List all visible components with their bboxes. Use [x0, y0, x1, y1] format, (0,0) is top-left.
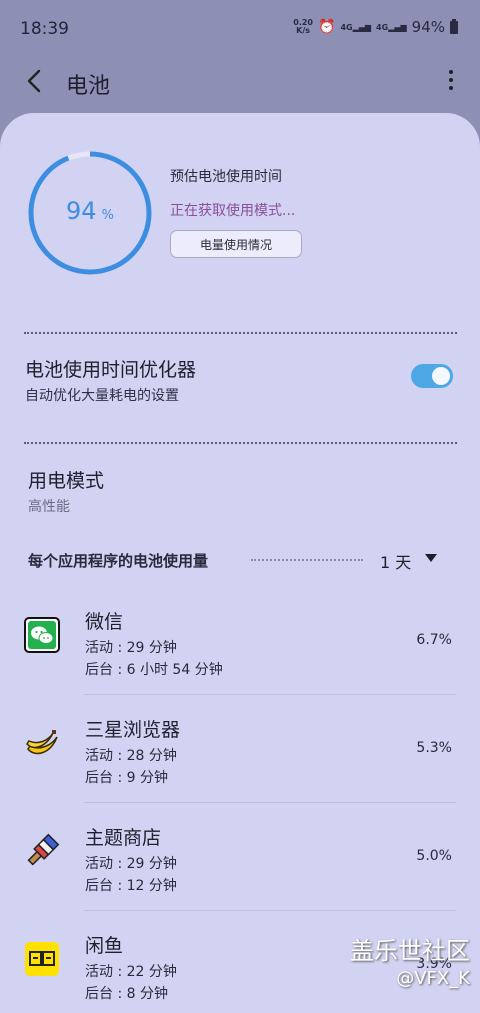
signal-icon-2: 4G▂▄▆	[376, 22, 407, 32]
network-speed-unit: K/s	[296, 26, 311, 35]
app-name: 微信	[85, 611, 124, 633]
divider	[24, 332, 457, 334]
status-icons: 0.20 K/s ⏰ 4G▂▄▆ 4G▂▄▆ 94%	[293, 18, 458, 36]
app-row-theme-store[interactable]: 主题商店 活动 : 29 分钟 后台 : 12 分钟 5.0%	[0, 803, 480, 911]
app-active-time: 活动 : 22 分钟	[85, 964, 177, 980]
app-background-time: 后台 : 12 分钟	[85, 878, 177, 894]
status-time: 18:39	[20, 19, 69, 39]
power-mode-value: 高性能	[28, 499, 70, 515]
alarm-icon: ⏰	[318, 19, 336, 35]
xianyu-icon	[25, 942, 59, 976]
estimate-label: 预估电池使用时间	[170, 169, 282, 185]
app-active-time: 活动 : 29 分钟	[85, 856, 177, 872]
paintbrush-icon	[27, 833, 60, 866]
estimate-status: 正在获取使用模式...	[170, 203, 296, 219]
dropdown-arrow-icon[interactable]	[425, 554, 437, 562]
app-row-samsung-browser[interactable]: 三星浏览器 活动 : 28 分钟 后台 : 9 分钟 5.3%	[0, 695, 480, 803]
power-mode-title[interactable]: 用电模式	[28, 466, 104, 493]
status-bar: 18:39 0.20 K/s ⏰ 4G▂▄▆ 4G▂▄▆ 94%	[0, 0, 480, 56]
app-active-time: 活动 : 29 分钟	[85, 640, 177, 656]
toggle-knob	[430, 365, 452, 387]
signal-icon-1: 4G▂▄▆	[340, 22, 372, 32]
battery-usage-button[interactable]: 电量使用情况	[170, 230, 302, 258]
watermark-title: 盖乐世社区	[350, 937, 470, 965]
battery-level: 94 %	[26, 197, 154, 225]
optimizer-subtitle: 自动优化大量耗电的设置	[25, 388, 179, 404]
battery-card: 94 % 预估电池使用时间 正在获取使用模式... 电量使用情况 电池使用时间优…	[0, 113, 480, 1013]
app-usage-percent: 5.3%	[416, 740, 452, 756]
back-icon[interactable]	[26, 68, 42, 101]
banana-icon	[26, 730, 58, 755]
battery-icon	[450, 18, 458, 34]
battery-level-unit: %	[101, 208, 114, 223]
app-usage-percent: 6.7%	[416, 632, 452, 648]
app-name: 三星浏览器	[85, 719, 181, 741]
optimizer-title: 电池使用时间优化器	[25, 359, 197, 381]
app-background-time: 后台 : 6 小时 54 分钟	[85, 662, 223, 678]
watermark-handle: @VFX_K	[396, 968, 470, 989]
more-options-icon[interactable]	[448, 70, 454, 94]
optimizer-toggle[interactable]	[411, 364, 453, 388]
app-background-time: 后台 : 9 分钟	[85, 770, 168, 786]
app-active-time: 活动 : 28 分钟	[85, 748, 177, 764]
app-header: 电池	[0, 56, 480, 111]
signal-label-1: 4G	[340, 22, 353, 32]
app-background-time: 后台 : 8 分钟	[85, 986, 168, 1002]
network-speed: 0.20 K/s	[293, 19, 313, 35]
battery-percent: 94%	[411, 18, 445, 36]
app-name: 闲鱼	[85, 935, 124, 957]
app-name: 主题商店	[85, 827, 162, 849]
app-usage-percent: 5.0%	[416, 848, 452, 864]
signal-label-2: 4G	[376, 22, 389, 32]
leader-dots	[251, 559, 363, 561]
period-dropdown[interactable]: 1 天	[380, 549, 411, 573]
app-usage-title: 每个应用程序的电池使用量	[28, 552, 209, 570]
divider	[24, 442, 457, 444]
wechat-icon	[24, 617, 60, 653]
app-row-wechat[interactable]: 微信 活动 : 29 分钟 后台 : 6 小时 54 分钟 6.7%	[0, 587, 480, 695]
battery-level-value: 94	[66, 197, 97, 225]
page-title: 电池	[66, 74, 111, 99]
